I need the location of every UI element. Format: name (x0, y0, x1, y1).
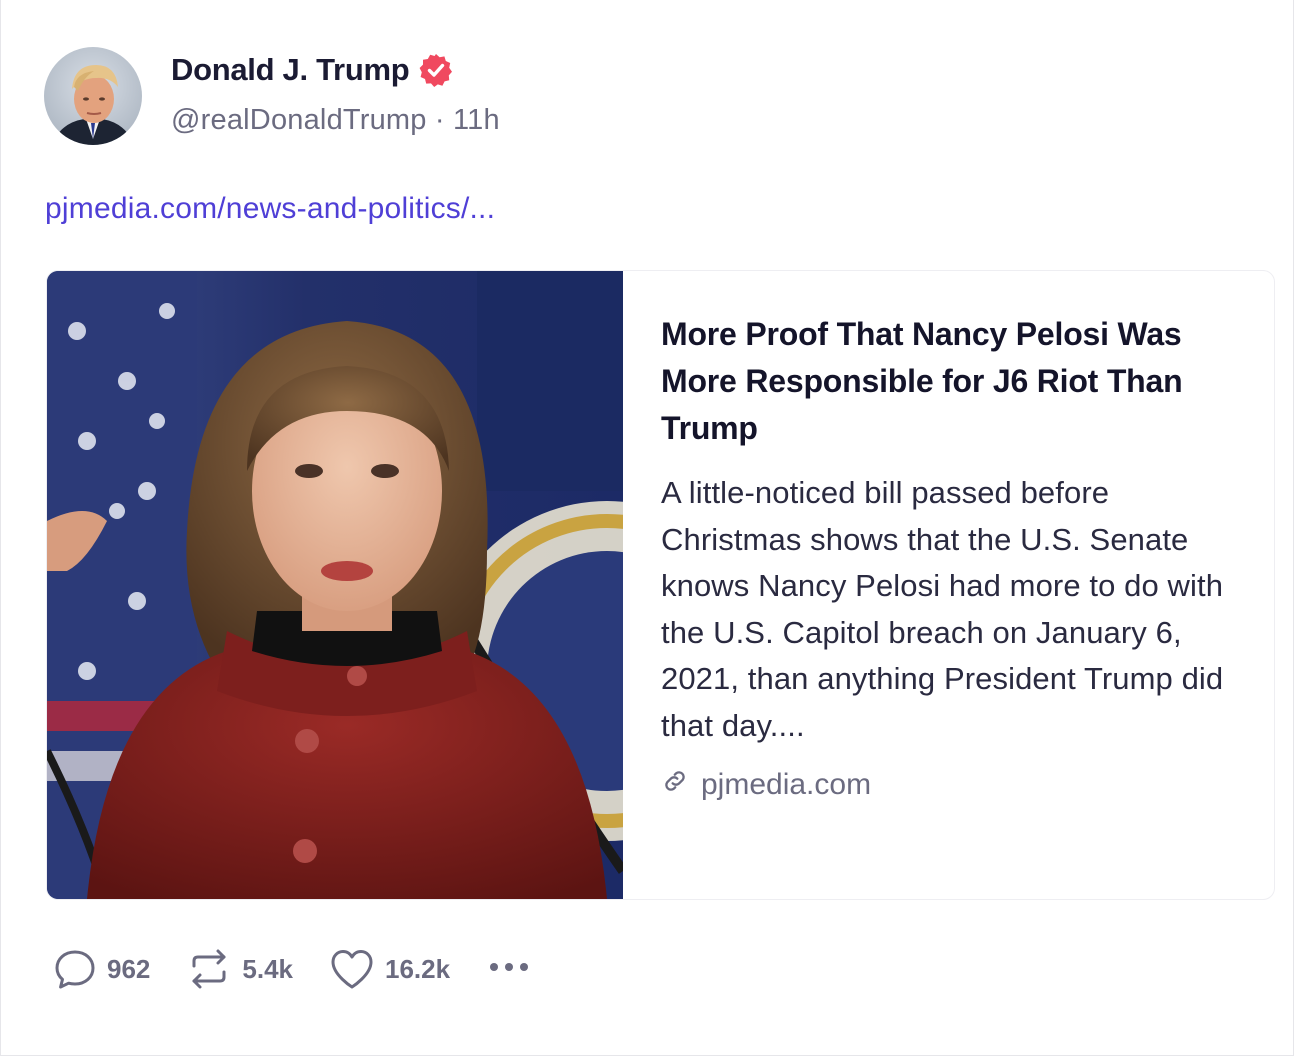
link-icon (661, 767, 689, 803)
card-description: A little-noticed bill passed before Chri… (661, 475, 1224, 743)
timestamp[interactable]: 11h (453, 104, 500, 136)
card-title[interactable]: More Proof That Nancy Pelosi Was More Re… (661, 311, 1244, 452)
separator: · (434, 104, 445, 136)
verified-badge-icon (419, 53, 453, 87)
reply-count: 962 (107, 953, 151, 984)
handle-row: @realDonaldTrump · 11h (171, 104, 500, 137)
avatar[interactable] (44, 47, 142, 145)
display-name[interactable]: Donald J. Trump (171, 52, 410, 88)
handle[interactable]: @realDonaldTrump (171, 104, 427, 136)
card-body: More Proof That Nancy Pelosi Was More Re… (623, 271, 1274, 899)
post: Donald J. Trump @realDonaldTrump · 11h p… (0, 0, 1294, 1056)
comment-icon (53, 947, 97, 991)
avatar-image (44, 47, 142, 145)
post-link[interactable]: pjmedia.com/news-and-politics/... (45, 192, 495, 226)
name-row: Donald J. Trump (171, 50, 500, 90)
card-domain[interactable]: pjmedia.com (661, 767, 1244, 803)
author-block: Donald J. Trump @realDonaldTrump · 11h (171, 50, 500, 137)
more-dots-icon (488, 960, 534, 979)
card-image (47, 271, 623, 899)
like-count: 16.2k (385, 953, 451, 984)
like-button[interactable]: 16.2k (329, 947, 450, 991)
reply-button[interactable]: 962 (53, 947, 150, 991)
card-domain-text: pjmedia.com (701, 768, 872, 801)
repost-count: 5.4k (242, 953, 293, 984)
heart-icon (329, 947, 375, 991)
action-bar: 962 5.4k 16.2k (53, 946, 534, 992)
repost-icon (186, 947, 232, 991)
repost-button[interactable]: 5.4k (186, 947, 293, 991)
link-preview-card[interactable]: More Proof That Nancy Pelosi Was More Re… (46, 270, 1275, 900)
more-button[interactable] (488, 960, 534, 979)
